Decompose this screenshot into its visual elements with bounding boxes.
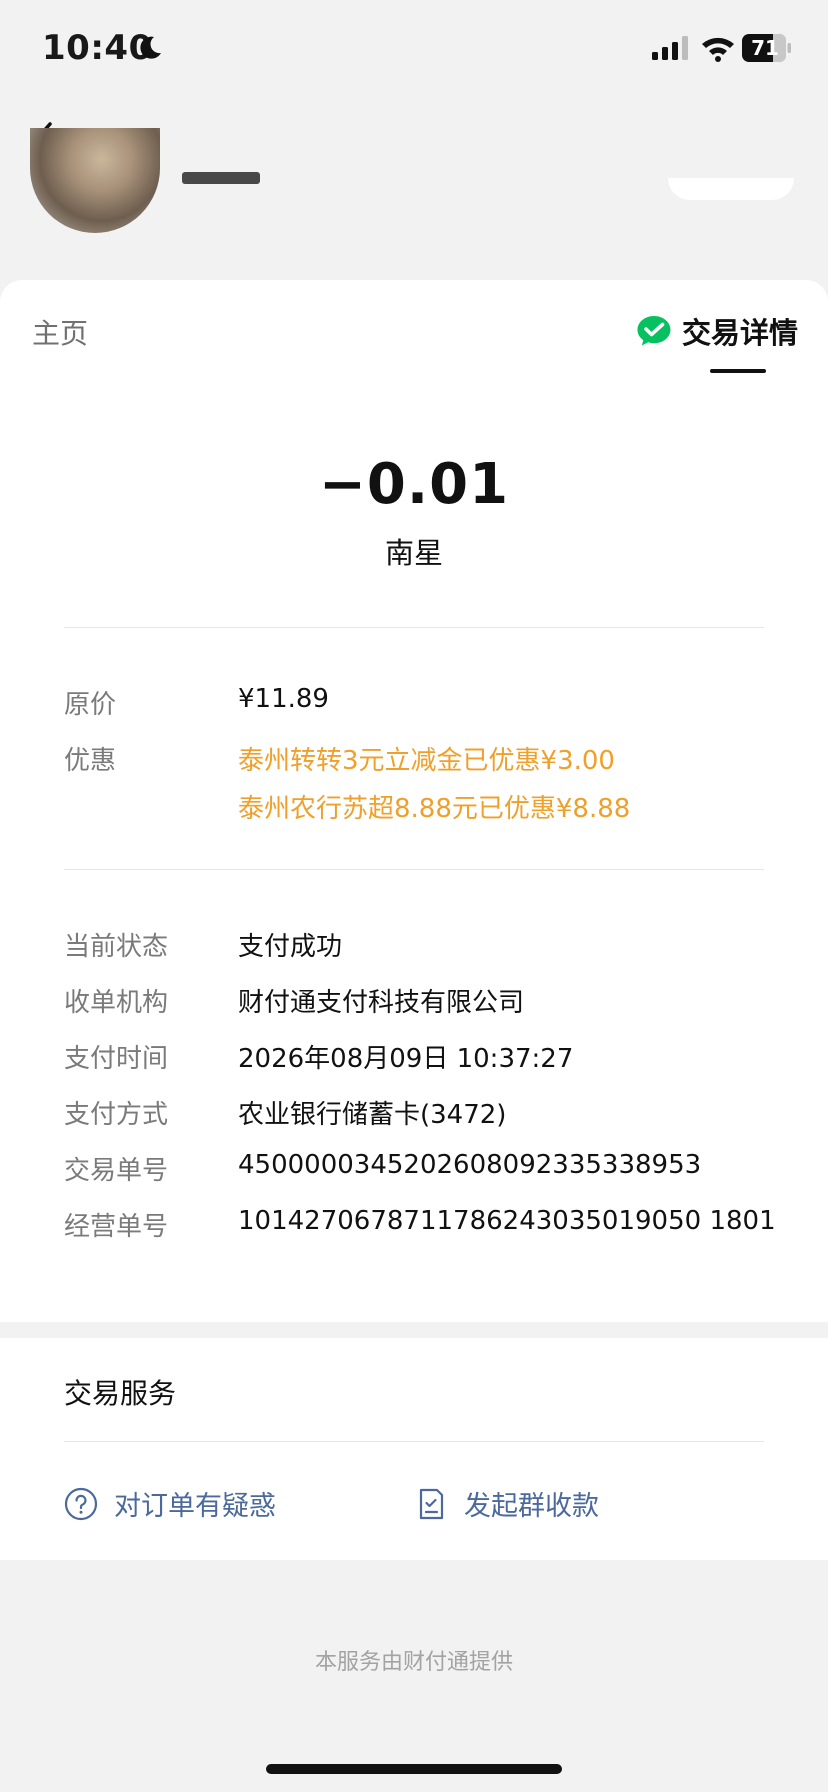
tab-home[interactable]: 主页 bbox=[32, 312, 88, 352]
divider bbox=[64, 1441, 764, 1442]
merchant-order-label: 经营单号 bbox=[64, 1212, 169, 1242]
discount-label: 优惠 bbox=[64, 746, 117, 776]
group-collect-label: 发起群收款 bbox=[464, 1491, 599, 1522]
status-label: 当前状态 bbox=[64, 932, 169, 962]
battery-level: 71 bbox=[751, 36, 779, 60]
cellular-signal-icon bbox=[652, 36, 688, 60]
bill-icon bbox=[419, 1488, 444, 1519]
original-price-label: 原价 bbox=[64, 690, 117, 720]
original-price-value: ¥11.89 bbox=[238, 684, 329, 714]
tab-detail-label: 交易详情 bbox=[682, 316, 799, 350]
acquirer-value: 财付通支付科技有限公司 bbox=[238, 988, 525, 1018]
divider bbox=[64, 869, 764, 870]
group-collect-button[interactable]: 发起群收款 bbox=[414, 1484, 599, 1523]
transaction-id-value[interactable]: 4500000345202608092335338953 bbox=[238, 1150, 701, 1180]
pay-time-label: 支付时间 bbox=[64, 1044, 169, 1074]
wifi-icon bbox=[702, 37, 734, 62]
tab-transaction-detail[interactable]: 交易详情 bbox=[636, 310, 798, 352]
follow-button-clipped[interactable] bbox=[668, 178, 794, 200]
order-question-label: 对订单有疑惑 bbox=[114, 1491, 276, 1522]
discount-line: 泰州农行苏超8.88元已优惠¥8.88 bbox=[238, 794, 631, 824]
status-value: 支付成功 bbox=[238, 932, 343, 962]
merchant-name-clipped bbox=[182, 172, 260, 184]
divider bbox=[64, 627, 764, 628]
question-circle-icon bbox=[64, 1487, 98, 1520]
acquirer-label: 收单机构 bbox=[64, 988, 169, 1018]
transaction-id-label: 交易单号 bbox=[64, 1156, 169, 1186]
pay-method-value: 农业银行储蓄卡(3472) bbox=[238, 1100, 507, 1130]
home-indicator[interactable] bbox=[266, 1764, 562, 1774]
merchant-order-value[interactable]: 1014270678711786243035019050 1801 bbox=[238, 1206, 776, 1236]
transaction-amount: −0.01 bbox=[318, 452, 510, 517]
merchant-name: 南星 bbox=[384, 536, 443, 570]
pay-time-value: 2026年08月09日 10:37:27 bbox=[238, 1044, 574, 1074]
battery-indicator: 71 bbox=[742, 34, 792, 62]
moon-icon bbox=[140, 36, 161, 59]
provider-footer: 本服务由财付通提供 bbox=[314, 1650, 513, 1675]
order-question-button[interactable]: 对订单有疑惑 bbox=[64, 1484, 276, 1523]
discount-line: 泰州转转3元立减金已优惠¥3.00 bbox=[238, 746, 615, 776]
merchant-avatar[interactable] bbox=[30, 128, 160, 233]
wechat-pay-icon bbox=[637, 316, 671, 346]
services-title: 交易服务 bbox=[64, 1377, 177, 1410]
pay-method-label: 支付方式 bbox=[64, 1100, 169, 1130]
active-tab-indicator bbox=[710, 369, 766, 373]
